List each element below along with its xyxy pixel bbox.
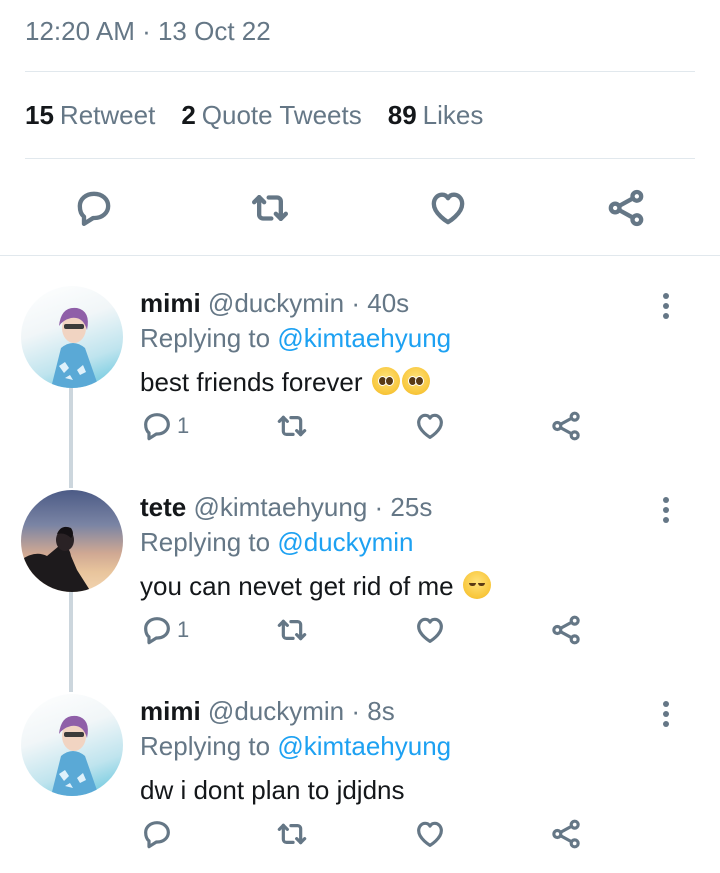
reply-text-content: you can nevet get rid of me <box>140 571 454 601</box>
reply-tweet: mimi @duckymin · 8s Replying to @kimtaeh… <box>0 694 720 873</box>
divider <box>25 71 695 72</box>
reply-button[interactable] <box>72 178 116 238</box>
reply-text: best friends forever <box>140 367 430 398</box>
retweets-label: Retweet <box>59 100 156 130</box>
display-name[interactable]: mimi <box>140 288 201 318</box>
like-button[interactable] <box>413 404 447 448</box>
reply-actions: 1 <box>0 608 720 652</box>
retweets-count: 15 <box>25 100 54 130</box>
like-button[interactable] <box>413 812 447 856</box>
likes-count: 89 <box>387 100 417 130</box>
reply-tweet: tete @kimtaehyung · 25s Replying to @duc… <box>0 490 720 694</box>
tweet-timestamp: 12:20 AM · 13 Oct 22 <box>25 16 271 46</box>
section-divider <box>0 255 720 256</box>
reply-text: you can nevet get rid of me <box>140 571 491 602</box>
reply-icon <box>144 821 170 849</box>
reply-text-content: best friends forever <box>140 367 363 397</box>
reply-time: · 25s <box>374 492 433 522</box>
divider <box>25 158 695 159</box>
retweet-button[interactable] <box>248 178 292 238</box>
retweet-button[interactable] <box>275 404 309 448</box>
user-handle[interactable]: @duckymin <box>208 288 344 318</box>
retweet-icon <box>277 823 307 845</box>
like-icon <box>417 413 443 439</box>
replying-to-label: Replying to <box>140 323 271 353</box>
share-icon <box>608 189 644 227</box>
share-button[interactable] <box>604 178 648 238</box>
share-icon <box>552 615 580 645</box>
replying-to-label: Replying to <box>140 527 271 557</box>
avatar-photo <box>21 526 91 592</box>
share-button[interactable] <box>548 812 584 856</box>
reply-text: dw i dont plan to jdjdns <box>140 775 405 806</box>
pleading-face-emoji <box>401 367 430 395</box>
user-handle[interactable]: @duckymin <box>208 696 344 726</box>
more-options-button[interactable] <box>652 286 680 326</box>
avatar[interactable] <box>21 490 123 592</box>
avatar[interactable] <box>21 694 123 796</box>
replying-to: Replying to @kimtaehyung <box>140 323 451 354</box>
retweet-icon <box>277 619 307 641</box>
retweet-button[interactable] <box>275 812 309 856</box>
replying-to: Replying to @duckymin <box>140 527 414 558</box>
share-button[interactable] <box>548 404 584 448</box>
pleading-face-emoji <box>371 367 400 395</box>
quotes-stat[interactable]: 2 Quote Tweets <box>181 100 361 131</box>
retweet-button[interactable] <box>275 608 309 652</box>
like-icon <box>417 821 443 847</box>
like-icon <box>417 617 443 643</box>
quotes-count: 2 <box>181 100 196 130</box>
reply-time: · 40s <box>351 288 410 318</box>
more-options-button[interactable] <box>652 694 680 734</box>
reply-button[interactable] <box>141 812 177 856</box>
replying-to-label: Replying to <box>140 731 271 761</box>
likes-label: Likes <box>422 100 484 130</box>
user-handle[interactable]: @kimtaehyung <box>193 492 367 522</box>
relieved-face-emoji <box>462 571 491 599</box>
reply-header: mimi @duckymin · 40s <box>140 288 409 319</box>
more-options-button[interactable] <box>652 490 680 530</box>
retweet-icon <box>277 415 307 437</box>
replying-to: Replying to @kimtaehyung <box>140 731 451 762</box>
mention-link[interactable]: @kimtaehyung <box>277 731 451 761</box>
tweet-stats: 15 Retweet 2 Quote Tweets 89 Likes <box>25 100 483 131</box>
reply-button[interactable]: 1 <box>141 404 189 448</box>
reply-tweet: mimi @duckymin · 40s Replying to @kimtae… <box>0 286 720 490</box>
reply-header: mimi @duckymin · 8s <box>140 696 395 727</box>
share-button[interactable] <box>548 608 584 652</box>
like-icon <box>431 192 465 225</box>
retweets-stat[interactable]: 15 Retweet <box>25 100 155 131</box>
reply-time: · 8s <box>351 696 395 726</box>
tweet-actions <box>0 178 720 238</box>
share-icon <box>552 819 580 849</box>
reply-actions <box>0 812 720 856</box>
mention-link[interactable]: @kimtaehyung <box>277 323 451 353</box>
like-button[interactable] <box>426 178 470 238</box>
reply-text-content: dw i dont plan to jdjdns <box>140 775 405 805</box>
reply-icon <box>77 191 111 226</box>
reply-icon <box>144 413 170 441</box>
reply-icon <box>144 617 170 645</box>
quotes-label: Quote Tweets <box>201 100 362 130</box>
reply-button[interactable]: 1 <box>141 608 189 652</box>
share-icon <box>552 411 580 441</box>
like-button[interactable] <box>413 608 447 652</box>
retweet-icon <box>252 195 288 221</box>
reply-header: tete @kimtaehyung · 25s <box>140 492 432 523</box>
display-name[interactable]: tete <box>140 492 186 522</box>
avatar[interactable] <box>21 286 123 388</box>
reply-actions: 1 <box>0 404 720 448</box>
display-name[interactable]: mimi <box>140 696 201 726</box>
likes-stat[interactable]: 89 Likes <box>388 100 484 131</box>
avatar-photo <box>51 715 99 796</box>
mention-link[interactable]: @duckymin <box>277 527 413 557</box>
reply-count: 1 <box>177 413 190 438</box>
avatar-photo <box>51 307 99 388</box>
reply-count: 1 <box>177 617 190 642</box>
